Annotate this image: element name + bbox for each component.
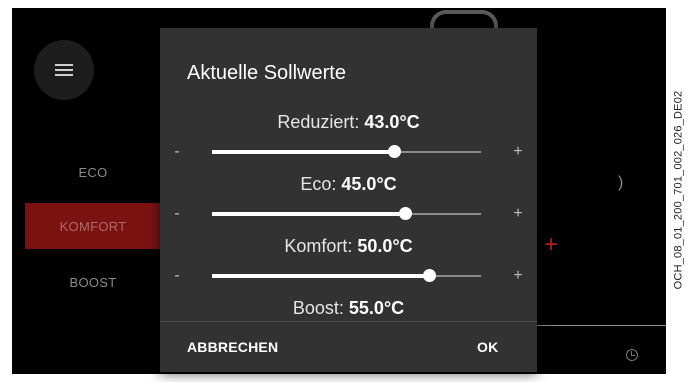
mode-eco-button[interactable]: ECO <box>25 149 161 195</box>
setpoint-reduziert-label: Reduziert: 43.0°C <box>160 112 537 133</box>
background-paren-glyph: ) <box>618 174 624 191</box>
slider-fill <box>212 150 395 154</box>
slider-fill <box>212 274 430 278</box>
slider-thumb[interactable] <box>399 207 413 220</box>
menu-button[interactable] <box>34 40 94 100</box>
ok-button[interactable]: OK <box>477 339 498 355</box>
clock-icon <box>626 349 638 361</box>
setpoint-name: Reduziert: <box>277 112 360 132</box>
komfort-increase-button[interactable]: + <box>511 267 525 285</box>
eco-increase-button[interactable]: + <box>511 205 525 223</box>
setpoint-value: 45.0°C <box>341 174 397 194</box>
setpoint-value: 43.0°C <box>364 112 420 132</box>
watermark-text: OCH_08_01_200_701_002_026_DE02 <box>672 90 685 290</box>
background-plus-icon: + <box>544 231 559 258</box>
setpoint-value: 50.0°C <box>357 236 413 256</box>
slider-thumb[interactable] <box>423 269 437 282</box>
slider-fill <box>212 212 406 216</box>
cancel-button[interactable]: ABBRECHEN <box>187 339 278 355</box>
setpoint-name: Komfort: <box>284 236 353 256</box>
setpoint-komfort-label: Komfort: 50.0°C <box>160 236 537 257</box>
komfort-slider[interactable] <box>212 269 481 282</box>
background-divider <box>536 325 666 326</box>
mode-komfort-button[interactable]: KOMFORT <box>25 203 161 249</box>
dialog-footer-divider <box>160 321 537 322</box>
setpoint-name: Boost: <box>292 298 344 318</box>
setpoint-value: 55.0°C <box>348 298 405 318</box>
image-reference-watermark: OCH_08_01_200_701_002_026_DE02 <box>668 10 688 370</box>
mode-boost-button[interactable]: BOOST <box>25 259 161 305</box>
setpoint-name: Eco: <box>300 174 337 194</box>
reduziert-increase-button[interactable]: + <box>511 143 525 161</box>
komfort-decrease-button[interactable]: - <box>170 267 184 285</box>
reduziert-slider[interactable] <box>212 145 481 158</box>
setpoint-boost-label: Boost: 55.0°C <box>160 298 537 319</box>
eco-slider[interactable] <box>212 207 481 220</box>
dialog-title: Aktuelle Sollwerte <box>187 62 346 84</box>
reduziert-decrease-button[interactable]: - <box>170 143 184 161</box>
setpoints-dialog: Aktuelle Sollwerte Reduziert: 43.0°C - +… <box>160 28 537 372</box>
hamburger-menu-icon <box>55 64 73 76</box>
setpoint-eco-label: Eco: 45.0°C <box>160 174 537 195</box>
slider-thumb[interactable] <box>388 145 402 158</box>
eco-decrease-button[interactable]: - <box>170 205 184 223</box>
